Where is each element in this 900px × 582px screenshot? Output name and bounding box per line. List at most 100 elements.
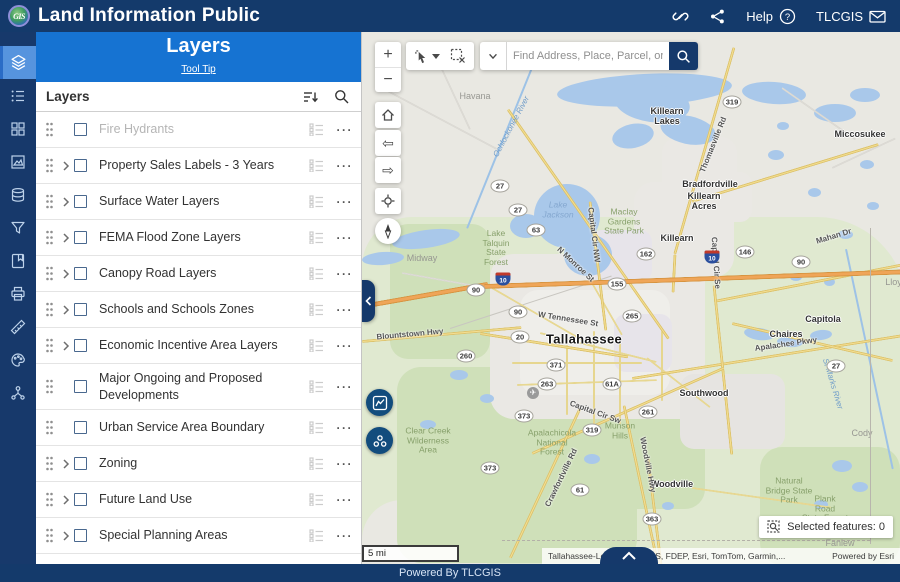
expand-chevron-icon[interactable]	[57, 530, 74, 542]
layer-options-icon[interactable]: ···	[329, 493, 353, 507]
layer-search-icon[interactable]	[334, 89, 349, 104]
panel-collapse-button[interactable]	[362, 280, 375, 322]
layer-row[interactable]: Canopy Road Layers···	[36, 256, 361, 292]
layer-row[interactable]: Zoning···	[36, 446, 361, 482]
select-tool-button[interactable]	[409, 42, 445, 70]
layer-options-icon[interactable]: ···	[329, 303, 353, 317]
legend-icon[interactable]	[309, 231, 329, 244]
layer-checkbox[interactable]	[74, 421, 87, 434]
zoom-out-button[interactable]: −	[375, 67, 401, 92]
expand-chevron-icon[interactable]	[57, 304, 74, 316]
sidebar-item-filter[interactable]	[0, 211, 36, 244]
sidebar-item-legend[interactable]	[0, 79, 36, 112]
legend-icon[interactable]	[309, 529, 329, 542]
layer-options-icon[interactable]: ···	[329, 267, 353, 281]
layer-options-icon[interactable]: ···	[329, 457, 353, 471]
sidebar-item-layers[interactable]	[0, 46, 36, 79]
sidebar-item-measure[interactable]	[0, 310, 36, 343]
legend-icon[interactable]	[309, 303, 329, 316]
expand-chevron-icon[interactable]	[57, 268, 74, 280]
layer-row[interactable]: Property Sales Labels - 3 Years···	[36, 148, 361, 184]
sidebar-item-draw[interactable]	[0, 343, 36, 376]
sidebar-item-bookmarks[interactable]	[0, 244, 36, 277]
drag-handle-icon[interactable]	[42, 338, 57, 353]
drag-handle-icon[interactable]	[42, 456, 57, 471]
zoom-in-button[interactable]: +	[375, 42, 401, 67]
layer-row[interactable]: Urban Service Area Boundary···	[36, 410, 361, 446]
attribution-toggle-button[interactable]	[600, 547, 658, 564]
contact-link[interactable]: TLCGIS	[816, 8, 886, 25]
layer-row[interactable]: FEMA Flood Zone Layers···	[36, 220, 361, 256]
groups-fab-button[interactable]	[366, 427, 393, 454]
home-button[interactable]	[375, 102, 401, 128]
layer-checkbox[interactable]	[74, 159, 87, 172]
expand-chevron-icon[interactable]	[57, 458, 74, 470]
drag-handle-icon[interactable]	[42, 158, 57, 173]
layer-options-icon[interactable]: ···	[329, 339, 353, 353]
layer-checkbox[interactable]	[74, 195, 87, 208]
layer-checkbox[interactable]	[74, 231, 87, 244]
layer-checkbox[interactable]	[74, 267, 87, 280]
legend-icon[interactable]	[309, 195, 329, 208]
drag-handle-icon[interactable]	[42, 194, 57, 209]
drag-handle-icon[interactable]	[42, 302, 57, 317]
map-canvas[interactable]: TallahasseeKillearn LakesMiccosukeeBradf…	[362, 32, 900, 564]
drag-handle-icon[interactable]	[42, 492, 57, 507]
share-icon[interactable]	[709, 8, 726, 25]
legend-icon[interactable]	[309, 159, 329, 172]
legend-icon[interactable]	[309, 267, 329, 280]
legend-icon[interactable]	[309, 380, 329, 393]
legend-icon[interactable]	[309, 421, 329, 434]
layer-options-icon[interactable]: ···	[329, 380, 353, 394]
legend-icon[interactable]	[309, 493, 329, 506]
legend-icon[interactable]	[309, 457, 329, 470]
layer-row[interactable]: Fire Hydrants···	[36, 112, 361, 148]
drag-handle-icon[interactable]	[42, 420, 57, 435]
expand-chevron-icon[interactable]	[57, 232, 74, 244]
layer-options-icon[interactable]: ···	[329, 159, 353, 173]
sidebar-item-data[interactable]	[0, 178, 36, 211]
sidebar-item-apps[interactable]	[0, 112, 36, 145]
expand-chevron-icon[interactable]	[57, 160, 74, 172]
selected-features-badge[interactable]: Selected features: 0	[759, 516, 893, 538]
layer-row[interactable]: Special Planning Areas···	[36, 518, 361, 554]
layer-checkbox[interactable]	[74, 339, 87, 352]
legend-icon[interactable]	[309, 339, 329, 352]
search-source-dropdown-button[interactable]	[480, 42, 507, 70]
back-button[interactable]: ⇦	[375, 130, 401, 156]
search-input[interactable]	[507, 42, 669, 70]
layer-row[interactable]: Future Land Use···	[36, 482, 361, 518]
expand-chevron-icon[interactable]	[57, 340, 74, 352]
layer-options-icon[interactable]: ···	[329, 421, 353, 435]
layer-options-icon[interactable]: ···	[329, 123, 353, 137]
layer-checkbox[interactable]	[74, 529, 87, 542]
tooltip-link[interactable]: Tool Tip	[181, 64, 215, 75]
layer-checkbox[interactable]	[74, 123, 87, 136]
help-link[interactable]: Help ?	[746, 8, 796, 25]
compass-button[interactable]	[375, 218, 401, 244]
sort-options-icon[interactable]	[303, 90, 319, 104]
layer-options-icon[interactable]: ···	[329, 195, 353, 209]
layer-checkbox[interactable]	[74, 457, 87, 470]
layer-options-icon[interactable]: ···	[329, 231, 353, 245]
legend-icon[interactable]	[309, 123, 329, 136]
drag-handle-icon[interactable]	[42, 528, 57, 543]
link-icon[interactable]	[672, 8, 689, 25]
layer-row[interactable]: Surface Water Layers···	[36, 184, 361, 220]
clear-selection-button[interactable]	[445, 42, 471, 70]
drag-handle-icon[interactable]	[42, 230, 57, 245]
expand-chevron-icon[interactable]	[57, 196, 74, 208]
chart-fab-button[interactable]	[366, 389, 393, 416]
layer-row[interactable]: Major Ongoing and Proposed Developments·…	[36, 364, 361, 410]
locate-button[interactable]	[375, 188, 401, 214]
layer-options-icon[interactable]: ···	[329, 529, 353, 543]
search-button[interactable]	[669, 42, 698, 70]
layer-checkbox[interactable]	[74, 380, 87, 393]
layer-row[interactable]: Economic Incentive Area Layers···	[36, 328, 361, 364]
layer-checkbox[interactable]	[74, 303, 87, 316]
sidebar-item-print[interactable]	[0, 277, 36, 310]
expand-chevron-icon[interactable]	[57, 494, 74, 506]
layer-checkbox[interactable]	[74, 493, 87, 506]
layer-row[interactable]: Schools and Schools Zones···	[36, 292, 361, 328]
drag-handle-icon[interactable]	[42, 266, 57, 281]
